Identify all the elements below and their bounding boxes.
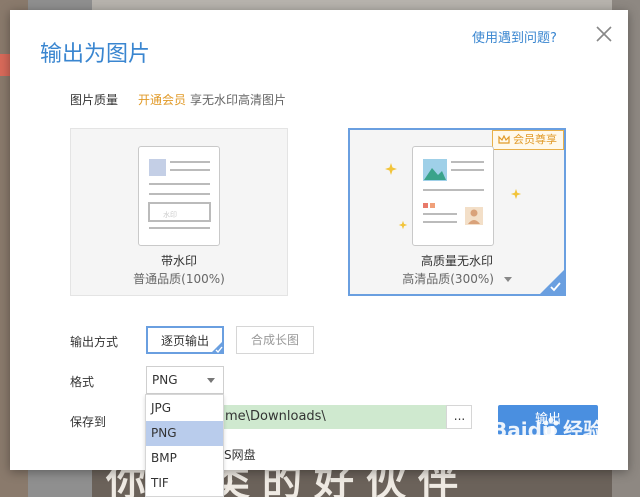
baidu-watermark: Baidu 经验 jingyan.baidu.com [492,414,638,480]
cloud-disk-option[interactable]: S网盘 [224,446,256,463]
sparkle-icon [398,220,408,230]
close-icon[interactable] [594,24,614,44]
sparkle-icon [510,188,522,200]
browse-button[interactable]: ... [446,405,472,429]
vip-badge: 会员尊享 [492,130,564,150]
long-image-option[interactable]: 合成长图 [236,326,314,354]
help-link[interactable]: 使用遇到问题? [472,27,557,46]
watermark-brand: Baidu 经验 [492,418,604,442]
chevron-down-icon[interactable] [503,276,512,283]
save-path-value[interactable]: me\Downloads\ [224,405,446,429]
format-selected-value: PNG [152,373,178,387]
format-label: 格式 [70,375,95,389]
hd-option-card[interactable]: 会员尊享 高质量无水印 高清品质(300%) [348,128,566,296]
output-mode-label: 输出方式 [70,335,119,349]
document-thumbnail-icon: 水印 [138,146,220,246]
crown-icon [498,135,510,144]
save-to-label: 保存到 [70,415,107,429]
chevron-down-icon [207,378,215,383]
format-option-tif[interactable]: TIF [146,471,223,496]
selected-check-icon [210,340,224,354]
page-by-page-label: 逐页输出 [160,334,209,348]
format-dropdown: JPG PNG BMP TIF [145,394,224,497]
quality-label: 图片质量 [70,93,119,107]
dialog-title: 输出为图片 [40,42,151,67]
selected-check-icon [540,270,564,294]
card-name: 带水印 [160,254,197,268]
vip-note: 享无水印高清图片 [190,93,287,107]
format-option-bmp[interactable]: BMP [146,446,223,471]
page-by-page-option[interactable]: 逐页输出 [146,326,224,354]
format-option-png[interactable]: PNG [146,421,223,446]
vip-badge-label: 会员尊享 [513,133,557,146]
hd-document-thumbnail-icon [412,146,494,246]
svg-text:水印: 水印 [163,210,177,219]
export-image-dialog: 输出为图片 使用遇到问题? 图片质量 开通会员 享无水印高清图片 水印 带水印 … [10,10,628,470]
card-quality: 高清品质(300%) [350,270,564,287]
card-name: 高质量无水印 [420,254,493,268]
watermark-option-card[interactable]: 水印 带水印 普通品质(100%) [70,128,288,296]
watermark-url: jingyan.baidu.com [502,452,595,463]
vip-link[interactable]: 开通会员 [138,91,186,108]
card-quality: 普通品质(100%) [133,272,225,286]
sparkle-icon [385,163,397,175]
format-select[interactable]: PNG [146,366,224,394]
format-option-jpg[interactable]: JPG [146,396,223,421]
